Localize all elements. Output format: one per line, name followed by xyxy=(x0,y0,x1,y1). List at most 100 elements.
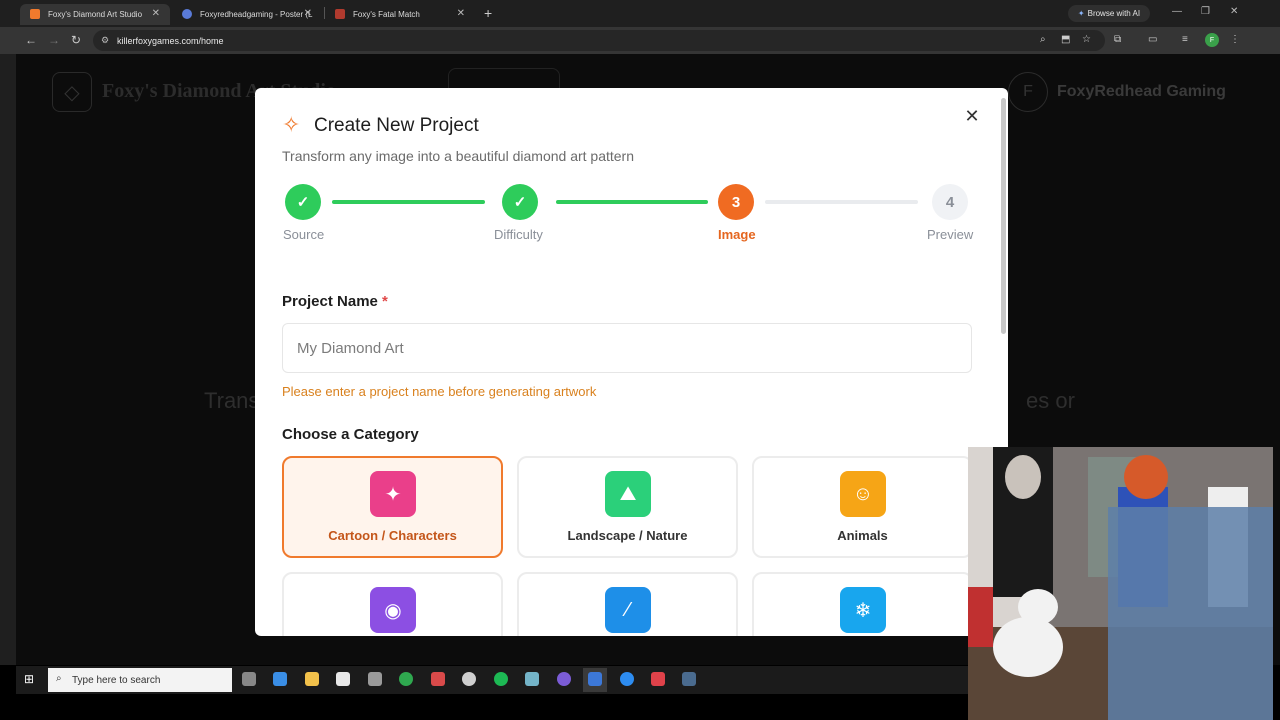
mountain-icon: ⛰ xyxy=(605,471,651,517)
new-tab-button[interactable]: + xyxy=(484,5,492,21)
step-2-check-icon: ✓ xyxy=(502,184,538,220)
tab-favicon-icon xyxy=(182,9,192,19)
cat-icon: ☺ xyxy=(840,471,886,517)
url-text: killerfoxygames.com/home xyxy=(117,35,224,46)
step-connector xyxy=(765,200,918,204)
step-1-check-icon: ✓ xyxy=(285,184,321,220)
obs-icon[interactable] xyxy=(462,672,476,686)
notepad-icon[interactable] xyxy=(336,672,350,686)
project-name-label: Project Name * xyxy=(282,293,388,310)
discord-icon[interactable] xyxy=(557,672,571,686)
file-explorer-icon[interactable] xyxy=(305,672,319,686)
taskbar-search-box[interactable]: ⌕ Type here to search xyxy=(48,668,232,692)
profile-avatar[interactable]: F xyxy=(1205,33,1219,47)
webcam-scene-image xyxy=(968,447,1273,720)
project-name-warning: Please enter a project name before gener… xyxy=(282,384,597,399)
extensions-icon[interactable]: ⧉ xyxy=(1114,34,1121,45)
sparkles-icon: ✧ xyxy=(282,112,301,137)
modal-subtitle: Transform any image into a beautiful dia… xyxy=(282,148,635,164)
step-label-source: Source xyxy=(283,227,325,242)
category-label: Cartoon / Characters xyxy=(328,528,457,543)
tab-poster[interactable]: Foxyredheadgaming - Poster (L ✕ xyxy=(172,4,322,25)
step-4-indicator: 4 xyxy=(932,184,968,220)
tab-bar: Foxy's Diamond Art Studio ✕ Foxyredheadg… xyxy=(0,0,1280,27)
modal-title: Create New Project xyxy=(314,115,479,136)
browse-ai-label: Browse with AI xyxy=(1087,9,1141,18)
project-name-label-text: Project Name xyxy=(282,293,378,310)
browser-menu-icon[interactable]: ⋮ xyxy=(1230,34,1240,45)
ai-sparkle-icon: ✦ xyxy=(1077,9,1085,18)
category-label: Animals xyxy=(837,528,888,543)
category-heading: Choose a Category xyxy=(282,426,419,443)
browse-with-ai-button[interactable]: ✦ Browse with AI xyxy=(1068,5,1150,22)
browser-toolbar: ← → ↻ ⚙ killerfoxygames.com/home ⌕ ⬒ ☆ ⧉… xyxy=(0,27,1280,54)
required-asterisk: * xyxy=(382,293,388,310)
tab-title: Foxyredheadgaming - Poster (L xyxy=(200,10,313,19)
windows-start-icon[interactable]: ⊞ xyxy=(24,672,34,686)
bookmark-star-icon[interactable]: ☆ xyxy=(1082,34,1091,45)
maps-icon[interactable] xyxy=(651,672,665,686)
steam-icon[interactable] xyxy=(682,672,696,686)
restore-icon[interactable]: ❐ xyxy=(1201,6,1210,17)
project-name-input[interactable] xyxy=(282,323,972,373)
create-project-modal: ✕ ✧ Create New Project Transform any ima… xyxy=(255,88,1008,636)
hero-text-left: Trans xyxy=(204,388,260,413)
taskbar-search-placeholder: Type here to search xyxy=(72,674,161,686)
magic-wand-icon: ⁄ xyxy=(605,587,651,633)
task-view-icon[interactable] xyxy=(242,672,256,686)
step-connector xyxy=(332,200,485,204)
minimize-icon[interactable]: — xyxy=(1172,6,1182,17)
category-card-art[interactable]: ◉ xyxy=(282,572,503,636)
store-icon[interactable] xyxy=(368,672,382,686)
media-controls-icon[interactable]: ≡ xyxy=(1182,34,1188,45)
category-card-animals[interactable]: ☺ Animals xyxy=(752,456,973,558)
modal-scrollbar[interactable] xyxy=(1001,98,1006,334)
tab-favicon-icon xyxy=(30,9,40,19)
close-icon[interactable]: ✕ xyxy=(961,105,983,127)
palette-icon: ◉ xyxy=(370,587,416,633)
address-bar[interactable]: ⚙ killerfoxygames.com/home xyxy=(93,30,1105,51)
window-close-icon[interactable]: ✕ xyxy=(1230,6,1238,17)
step-label-difficulty: Difficulty xyxy=(494,227,543,242)
tab-diamond-art-studio[interactable]: Foxy's Diamond Art Studio ✕ xyxy=(20,4,170,25)
app-icon[interactable] xyxy=(620,672,634,686)
user-name: FoxyRedhead Gaming xyxy=(1057,83,1226,100)
step-label-preview: Preview xyxy=(927,227,974,242)
user-avatar: F xyxy=(1008,72,1048,112)
vscode-icon[interactable] xyxy=(588,672,602,686)
chrome-icon[interactable] xyxy=(399,672,413,686)
sparkle-icon: ✦ xyxy=(370,471,416,517)
tab-close-icon[interactable]: ✕ xyxy=(304,8,312,19)
site-logo-diamond-icon: ◇ xyxy=(52,72,92,112)
webcam-overlay xyxy=(968,447,1273,720)
snowflake-icon: ❄ xyxy=(840,587,886,633)
windows-taskbar: ⊞ ⌕ Type here to search xyxy=(16,666,968,694)
site-info-icon[interactable]: ⚙ xyxy=(101,35,109,46)
tab-close-icon[interactable]: ✕ xyxy=(152,8,160,19)
tab-favicon-icon xyxy=(335,9,345,19)
install-app-icon[interactable]: ⬒ xyxy=(1061,34,1070,45)
hero-text-right: es or xyxy=(1026,388,1075,413)
step-label-image: Image xyxy=(718,227,756,242)
tab-close-icon[interactable]: ✕ xyxy=(457,8,465,19)
category-card-fantasy[interactable]: ⁄ xyxy=(517,572,738,636)
step-3-indicator: 3 xyxy=(718,184,754,220)
zoom-icon[interactable]: ⌕ xyxy=(1040,34,1046,45)
tab-title: Foxy's Fatal Match xyxy=(353,10,420,19)
forward-arrow-icon[interactable]: → xyxy=(48,33,60,47)
paint-icon[interactable] xyxy=(431,672,445,686)
spotify-icon[interactable] xyxy=(494,672,508,686)
app-icon[interactable] xyxy=(525,672,539,686)
category-card-cartoon[interactable]: ✦ Cartoon / Characters xyxy=(282,456,503,558)
tab-title: Foxy's Diamond Art Studio xyxy=(48,10,143,19)
copilot-icon[interactable] xyxy=(273,672,287,686)
reload-icon[interactable]: ↻ xyxy=(71,33,81,47)
tab-fatal-match[interactable]: Foxy's Fatal Match ✕ xyxy=(325,4,475,25)
split-view-icon[interactable]: ▭ xyxy=(1148,34,1157,45)
category-card-seasonal[interactable]: ❄ xyxy=(752,572,973,636)
search-icon: ⌕ xyxy=(56,673,62,684)
back-arrow-icon[interactable]: ← xyxy=(25,33,37,47)
step-connector xyxy=(556,200,708,204)
category-label: Landscape / Nature xyxy=(567,528,688,543)
category-card-landscape[interactable]: ⛰ Landscape / Nature xyxy=(517,456,738,558)
